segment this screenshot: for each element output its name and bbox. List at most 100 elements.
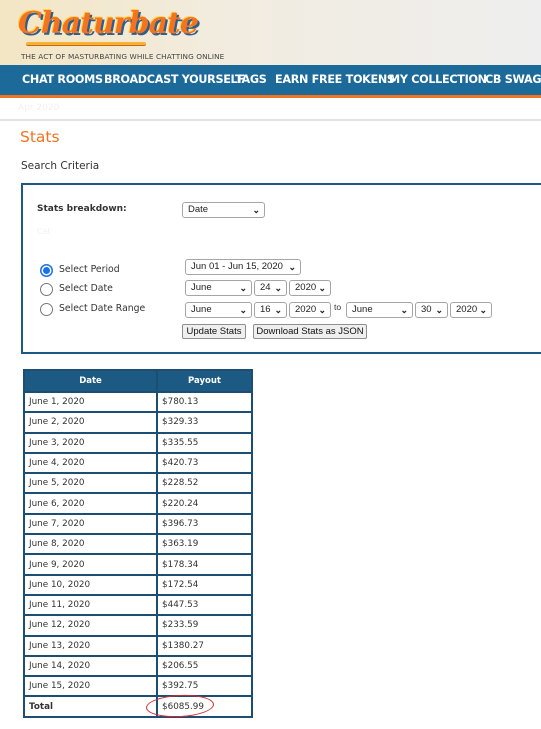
payout-cell: $329.33 (156, 411, 253, 434)
radio-select-date[interactable]: Select Date (40, 282, 170, 298)
nav-chat-rooms[interactable]: CHAT ROOMS (22, 65, 103, 95)
table-row: June 4, 2020 $420.73 (23, 451, 253, 475)
chevron-down-icon: ⌄ (479, 305, 487, 315)
date-month-select[interactable]: June ⌄ (185, 280, 252, 296)
column-header-date[interactable]: Date (23, 369, 158, 393)
date-year-select[interactable]: 2020 ⌄ (289, 280, 331, 296)
radio-select-date-label: Select Date (59, 283, 113, 294)
range-to-year-value: 2020 (456, 304, 478, 315)
payout-cell: $420.73 (156, 451, 253, 475)
date-cell: June 2, 2020 (23, 411, 158, 434)
radio-button[interactable] (40, 303, 53, 316)
chevron-down-icon: ⌄ (288, 262, 296, 272)
date-cell: June 7, 2020 (23, 512, 158, 536)
search-criteria-heading: Search Criteria (21, 160, 100, 172)
update-stats-button[interactable]: Update Stats (182, 324, 246, 339)
search-criteria-form: Stats breakdown: Date ⌄ Cat Select Perio… (21, 183, 541, 354)
download-stats-json-button[interactable]: Download Stats as JSON (253, 324, 367, 339)
site-tagline: THE ACT OF MASTURBATING WHILE CHATTING O… (21, 52, 225, 61)
table-row: June 11, 2020 $447.53 (23, 593, 253, 617)
radio-button[interactable] (40, 283, 53, 296)
payout-cell: $363.19 (156, 533, 253, 556)
nav-cb-swag[interactable]: CB SWAG (485, 65, 541, 95)
date-cell: June 10, 2020 (23, 573, 158, 596)
radio-select-period[interactable]: Select Period (40, 263, 170, 279)
site-logo[interactable]: Chaturbate (18, 4, 199, 44)
total-cell: $6085.99 (145, 692, 253, 719)
date-cell: June 1, 2020 (23, 390, 158, 414)
range-from-month-select[interactable]: June ⌄ (185, 302, 252, 318)
table-row: June 7, 2020 $396.73 (23, 512, 253, 536)
chevron-down-icon: ⌄ (239, 305, 247, 315)
faint-label: Cat (37, 227, 51, 236)
period-value: Jun 01 - Jun 15, 2020 (191, 261, 283, 272)
table-header-row: Date Payout (23, 369, 253, 393)
nav-earn-free-tokens[interactable]: EARN FREE TOKENS (275, 65, 395, 95)
table-row: June 14, 2020 $206.55 (23, 654, 253, 678)
radio-select-period-label: Select Period (59, 264, 120, 275)
table-row: June 10, 2020 $172.54 (23, 573, 253, 596)
range-from-day-value: 16 (260, 304, 271, 315)
date-cell: June 3, 2020 (23, 431, 158, 454)
chevron-down-icon: ⌄ (239, 283, 247, 293)
radio-select-date-range[interactable]: Select Date Range (40, 302, 170, 318)
range-from-year-value: 2020 (295, 304, 317, 315)
logo-swoosh (26, 42, 146, 46)
table-row: June 12, 2020 $233.59 (23, 614, 253, 637)
date-cell: June 14, 2020 (23, 654, 158, 678)
stats-breakdown-select[interactable]: Date ⌄ (182, 202, 265, 218)
chevron-down-icon: ⌄ (318, 283, 326, 293)
table-row: June 1, 2020 $780.13 (23, 390, 253, 414)
radio-select-date-range-label: Select Date Range (59, 303, 146, 314)
page-title: Stats (20, 128, 60, 146)
date-cell: June 8, 2020 (23, 533, 158, 556)
nav-my-collection[interactable]: MY COLLECTION (389, 65, 487, 95)
nav-broadcast-yourself[interactable]: BROADCAST YOURSELF (104, 65, 245, 95)
radio-button-checked[interactable] (40, 264, 53, 277)
range-from-month-value: June (191, 304, 212, 315)
total-value-wrapper: $6085.99 (145, 692, 215, 719)
range-to-day-select[interactable]: 30 ⌄ (415, 302, 448, 318)
main-nav: CHAT ROOMS BROADCAST YOURSELF TAGS EARN … (0, 65, 541, 98)
nav-tags[interactable]: TAGS (235, 65, 267, 95)
payout-cell: $1380.27 (156, 634, 253, 657)
chevron-down-icon: ⌄ (274, 283, 282, 293)
date-cell: June 9, 2020 (23, 553, 158, 576)
table-row: June 2, 2020 $329.33 (23, 411, 253, 434)
date-year-value: 2020 (295, 282, 317, 293)
payout-cell: $780.13 (156, 390, 253, 414)
range-to-month-select[interactable]: June ⌄ (346, 302, 413, 318)
date-cell: June 15, 2020 (23, 675, 158, 698)
table-row: June 15, 2020 $392.75 (23, 675, 253, 698)
stats-breakdown-label: Stats breakdown: (37, 204, 127, 214)
chevron-down-icon: ⌄ (400, 305, 408, 315)
date-cell: June 13, 2020 (23, 634, 158, 657)
payout-cell: $447.53 (156, 593, 253, 617)
range-from-day-select[interactable]: 16 ⌄ (254, 302, 287, 318)
period-select[interactable]: Jun 01 - Jun 15, 2020 ⌄ (185, 259, 301, 275)
payout-cell: $228.52 (156, 472, 253, 495)
range-from-year-select[interactable]: 2020 ⌄ (289, 302, 331, 318)
date-cell: June 6, 2020 (23, 492, 158, 515)
stats-breakdown-value: Date (188, 204, 209, 215)
table-row: June 5, 2020 $228.52 (23, 472, 253, 495)
sub-bar-text: Apr 2020 (18, 103, 60, 113)
table-row: June 3, 2020 $335.55 (23, 431, 253, 454)
column-header-payout[interactable]: Payout (156, 369, 253, 393)
payout-cell: $233.59 (156, 614, 253, 637)
range-to-year-select[interactable]: 2020 ⌄ (450, 302, 492, 318)
stats-table: Date Payout June 1, 2020 $780.13 June 2, 2… (23, 369, 253, 719)
table-total-row: Total $6085.99 (23, 692, 253, 719)
chevron-down-icon: ⌄ (435, 305, 443, 315)
range-to-label: to (334, 302, 342, 312)
range-to-day-value: 30 (421, 304, 432, 315)
table-row: June 6, 2020 $220.24 (23, 492, 253, 515)
table-row: June 9, 2020 $178.34 (23, 553, 253, 576)
payout-cell: $172.54 (156, 573, 253, 596)
date-month-value: June (191, 282, 212, 293)
date-day-select[interactable]: 24 ⌄ (254, 280, 287, 296)
sub-bar: Apr 2020 (0, 98, 541, 121)
total-label: Total (23, 695, 158, 718)
chevron-down-icon: ⌄ (252, 205, 260, 215)
table-row: June 13, 2020 $1380.27 (23, 634, 253, 657)
